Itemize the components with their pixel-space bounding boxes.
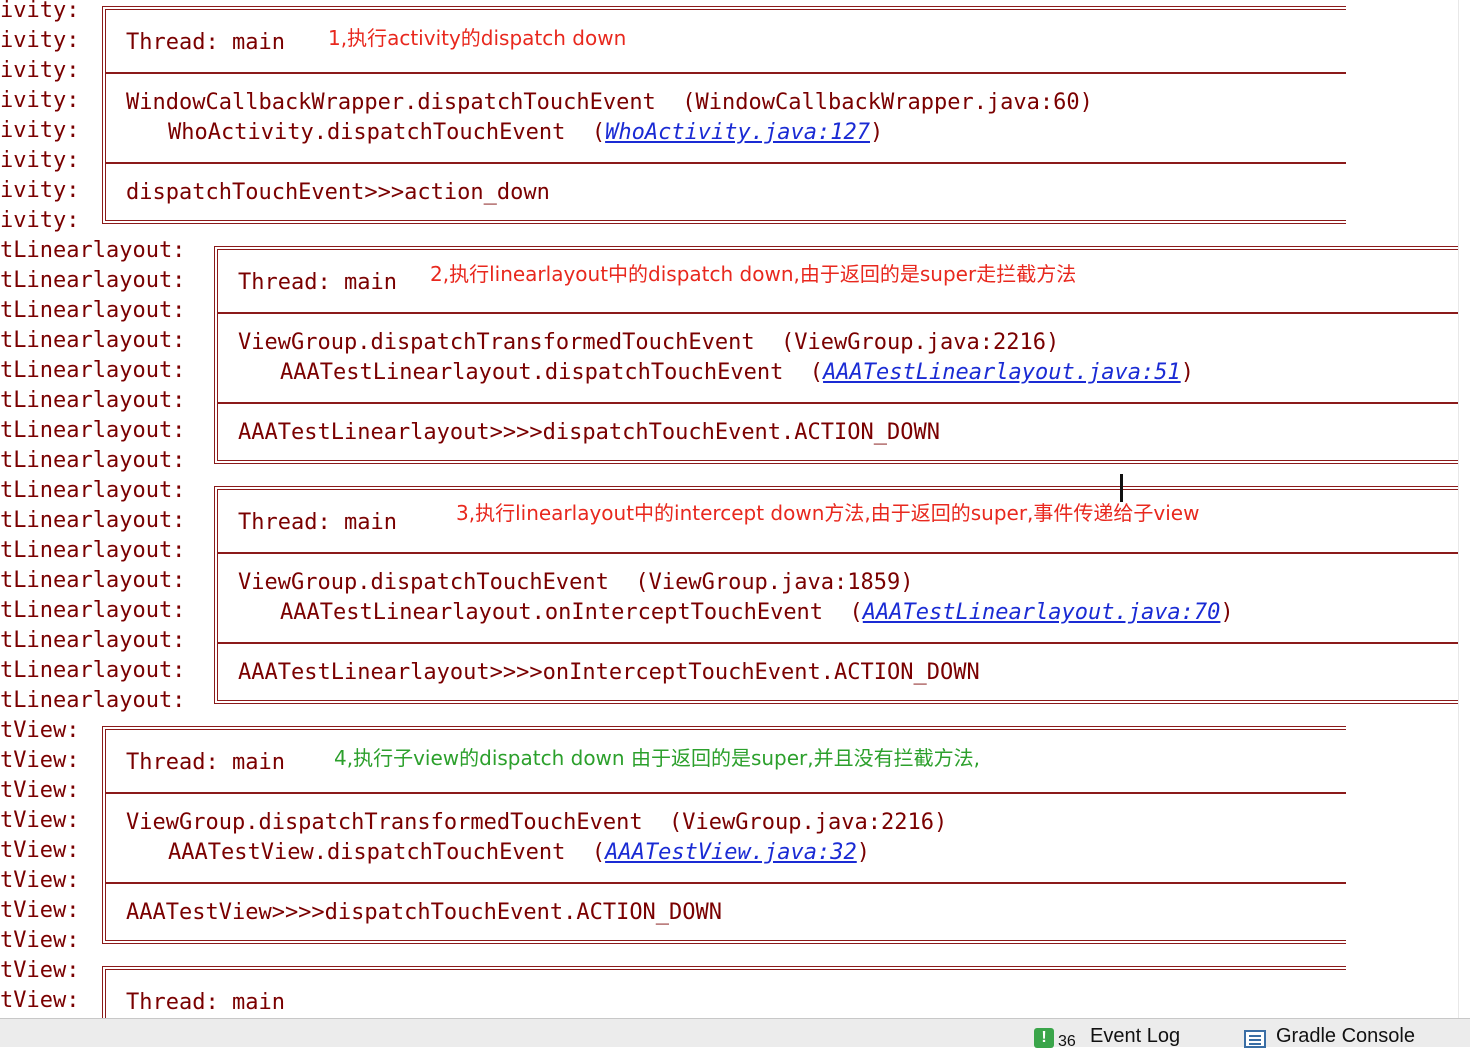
- source-link[interactable]: WhoActivity.java:127: [605, 120, 870, 145]
- thread-label: Thread: main: [126, 30, 285, 55]
- source-link[interactable]: AAATestLinearlayout.java:51: [823, 360, 1181, 385]
- stack-frame-1: ViewGroup.dispatchTransformedTouchEvent …: [126, 810, 948, 835]
- annotation-4: 4,执行子view的dispatch down 由于返回的是super,并且没有…: [334, 746, 980, 770]
- log-tag: tLinearlayout:: [0, 568, 186, 593]
- log-tag: tView:: [0, 988, 80, 1013]
- log-tag: ivity:: [0, 58, 80, 83]
- log-tag: ivity:: [0, 28, 80, 53]
- log-message: AAATestLinearlayout>>>>onInterceptTouchE…: [238, 660, 980, 685]
- annotation-3: 3,执行linearlayout中的intercept down方法,由于返回的…: [456, 501, 1200, 525]
- log-tag: tLinearlayout:: [0, 358, 186, 383]
- source-link[interactable]: AAATestView.java:32: [605, 840, 857, 865]
- event-log-icon[interactable]: !: [1034, 1028, 1054, 1048]
- log-tag: tLinearlayout:: [0, 268, 186, 293]
- log-tag: tLinearlayout:: [0, 538, 186, 563]
- log-block-5: Thread: main: [102, 966, 1346, 1018]
- log-tag: tLinearlayout:: [0, 238, 186, 263]
- log-tag: tLinearlayout:: [0, 628, 186, 653]
- separator: [218, 642, 1458, 644]
- log-tag: tLinearlayout:: [0, 448, 186, 473]
- log-block-4: Thread: main 4,执行子view的dispatch down 由于返…: [102, 726, 1346, 944]
- stack-frame-1: ViewGroup.dispatchTouchEvent (ViewGroup.…: [238, 570, 914, 595]
- log-tag: tLinearlayout:: [0, 658, 186, 683]
- log-tag: ivity:: [0, 118, 80, 143]
- log-block-3: Thread: main 3,执行linearlayout中的intercept…: [214, 486, 1458, 704]
- log-tag: ivity:: [0, 0, 80, 23]
- log-block-2: Thread: main 2,执行linearlayout中的dispatch …: [214, 246, 1458, 464]
- log-tag: ivity:: [0, 208, 80, 233]
- separator: [106, 882, 1346, 884]
- stack-frame-1: ViewGroup.dispatchTransformedTouchEvent …: [238, 330, 1060, 355]
- text-cursor: [1120, 474, 1123, 502]
- log-tag: tView:: [0, 868, 80, 893]
- thread-label: Thread: main: [126, 750, 285, 775]
- log-tag: tLinearlayout:: [0, 388, 186, 413]
- log-tag: ivity:: [0, 88, 80, 113]
- gradle-console-button[interactable]: Gradle Console: [1276, 1023, 1415, 1049]
- log-block-1: Thread: main 1,执行activity的dispatch down …: [102, 6, 1346, 224]
- separator: [106, 72, 1346, 74]
- log-tag: tLinearlayout:: [0, 508, 186, 533]
- thread-label: Thread: main: [238, 510, 397, 535]
- editor-gutter-right[interactable]: [1458, 0, 1470, 1018]
- gradle-console-icon[interactable]: [1244, 1030, 1266, 1048]
- thread-label: Thread: main: [126, 990, 285, 1015]
- annotation-1: 1,执行activity的dispatch down: [328, 26, 627, 50]
- separator: [218, 402, 1458, 404]
- log-tag: tView:: [0, 718, 80, 743]
- log-tag: tView:: [0, 748, 80, 773]
- log-tag: tLinearlayout:: [0, 598, 186, 623]
- log-tag: tView:: [0, 838, 80, 863]
- annotation-2: 2,执行linearlayout中的dispatch down,由于返回的是su…: [430, 262, 1077, 286]
- thread-label: Thread: main: [238, 270, 397, 295]
- separator: [106, 162, 1346, 164]
- logcat-output[interactable]: ivity: ivity: ivity: ivity: ivity: ivity: ivit…: [0, 0, 1470, 1018]
- separator: [218, 312, 1458, 314]
- event-log-button[interactable]: Event Log: [1090, 1023, 1180, 1049]
- log-tag: tView:: [0, 928, 80, 953]
- tool-window-bar: ! 36 Event Log Gradle Console: [0, 1018, 1470, 1050]
- separator: [218, 552, 1458, 554]
- log-tag: tView:: [0, 778, 80, 803]
- separator: [106, 792, 1346, 794]
- stack-frame-1: WindowCallbackWrapper.dispatchTouchEvent…: [126, 90, 1093, 115]
- stack-frame-2: AAATestLinearlayout.dispatchTouchEvent (…: [280, 360, 1194, 385]
- log-tag: tLinearlayout:: [0, 328, 186, 353]
- source-link[interactable]: AAATestLinearlayout.java:70: [863, 600, 1221, 625]
- stack-frame-2: AAATestView.dispatchTouchEvent (AAATestV…: [168, 840, 871, 865]
- log-tag: tLinearlayout:: [0, 418, 186, 443]
- log-tag: tView:: [0, 958, 80, 983]
- log-tag: ivity:: [0, 178, 80, 203]
- log-message: AAATestLinearlayout>>>>dispatchTouchEven…: [238, 420, 940, 445]
- stack-frame-2: AAATestLinearlayout.onInterceptTouchEven…: [280, 600, 1234, 625]
- log-tag: tLinearlayout:: [0, 298, 186, 323]
- log-message: dispatchTouchEvent>>>action_down: [126, 180, 550, 205]
- log-tag: ivity:: [0, 148, 80, 173]
- event-log-count[interactable]: 36: [1058, 1029, 1076, 1055]
- log-tag: tLinearlayout:: [0, 478, 186, 503]
- log-tag: tView:: [0, 808, 80, 833]
- log-tag: tView:: [0, 898, 80, 923]
- stack-frame-2: WhoActivity.dispatchTouchEvent (WhoActiv…: [168, 120, 884, 145]
- log-tag: tLinearlayout:: [0, 688, 186, 713]
- log-message: AAATestView>>>>dispatchTouchEvent.ACTION…: [126, 900, 723, 925]
